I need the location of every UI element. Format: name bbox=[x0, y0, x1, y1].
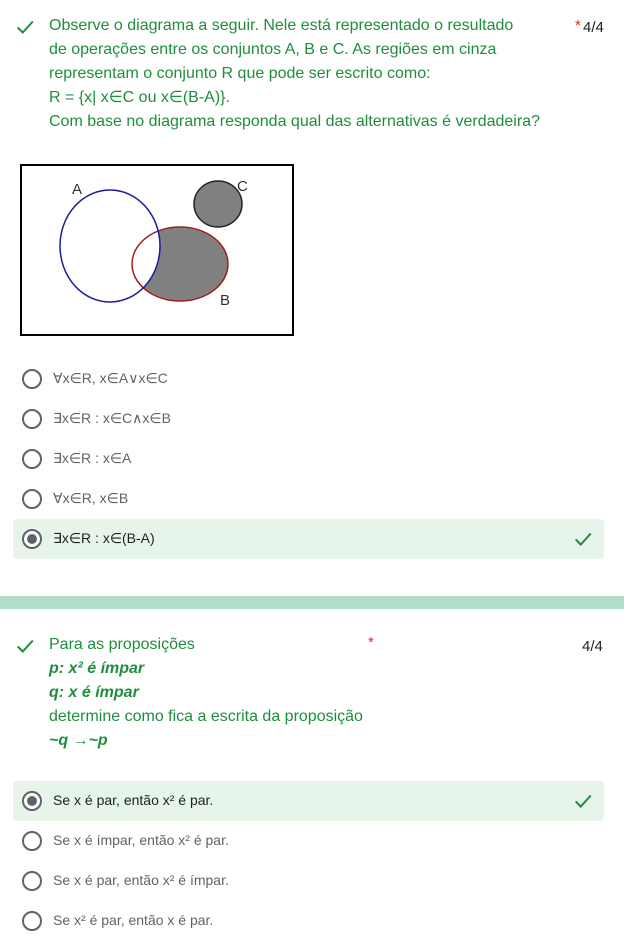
prompt-line: de operações entre os conjuntos A, B e C… bbox=[49, 41, 497, 58]
section-divider bbox=[0, 596, 624, 609]
radio-unselected-icon[interactable] bbox=[22, 831, 42, 851]
question-prompt: Observe o diagrama a seguir. Nele está r… bbox=[49, 14, 540, 134]
option-label: Se x é par, então x² é ímpar. bbox=[53, 872, 229, 888]
option-label: ∀x∈R, x∈A∨x∈C bbox=[53, 370, 168, 386]
label-b: B bbox=[220, 292, 230, 309]
score-label: 4/4 bbox=[583, 19, 604, 36]
option-row[interactable]: ∃x∈R : x∈C∧x∈B bbox=[13, 399, 604, 439]
option-row[interactable]: Se x é par, então x² é ímpar. bbox=[13, 861, 604, 901]
option-row[interactable]: ∃x∈R : x∈A bbox=[13, 439, 604, 479]
option-row[interactable]: Se x² é par, então x é par. bbox=[13, 901, 604, 937]
radio-unselected-icon[interactable] bbox=[22, 489, 42, 509]
prompt-line: representam o conjunto R que pode ser es… bbox=[49, 65, 431, 82]
option-row-selected[interactable]: ∃x∈R : x∈(B-A) bbox=[13, 519, 604, 559]
prompt-title: Para as proposições bbox=[49, 636, 195, 653]
required-asterisk: * bbox=[575, 17, 581, 34]
prompt-line: R = {x| x∈C ou x∈(B-A)}. bbox=[49, 89, 230, 106]
checkmark-icon bbox=[574, 794, 592, 808]
required-asterisk: * bbox=[368, 634, 374, 651]
option-label: ∃x∈R : x∈A bbox=[53, 450, 132, 466]
checkmark-icon bbox=[574, 532, 592, 546]
prompt-formula: ~q →~p bbox=[49, 732, 108, 749]
option-label: ∃x∈R : x∈C∧x∈B bbox=[53, 410, 171, 426]
radio-unselected-icon[interactable] bbox=[22, 449, 42, 469]
prompt-line: Com base no diagrama responda qual das a… bbox=[49, 113, 540, 130]
option-label: Se x² é par, então x é par. bbox=[53, 912, 214, 928]
proposition-p: p: x² é ímpar bbox=[49, 660, 145, 677]
option-label: ∃x∈R : x∈(B-A) bbox=[53, 530, 155, 546]
option-row[interactable]: Se x é ímpar, então x² é par. bbox=[13, 821, 604, 861]
question-card-2: Para as proposições p: x² é ímpar q: x é… bbox=[0, 610, 624, 937]
question-prompt: Para as proposições p: x² é ímpar q: x é… bbox=[49, 633, 363, 753]
radio-unselected-icon[interactable] bbox=[22, 871, 42, 891]
option-row-selected[interactable]: Se x é par, então x² é par. bbox=[13, 781, 604, 821]
option-label: Se x é par, então x² é par. bbox=[53, 792, 214, 808]
radio-selected-icon[interactable] bbox=[22, 529, 42, 549]
proposition-q: q: x é ímpar bbox=[49, 684, 139, 701]
label-a: A bbox=[72, 181, 82, 198]
radio-unselected-icon[interactable] bbox=[22, 911, 42, 931]
option-row[interactable]: ∀x∈R, x∈B bbox=[13, 479, 604, 519]
prompt-line: Observe o diagrama a seguir. Nele está r… bbox=[49, 17, 514, 34]
option-label: ∀x∈R, x∈B bbox=[53, 490, 129, 506]
venn-diagram: A C B bbox=[20, 164, 294, 336]
option-label: Se x é ímpar, então x² é par. bbox=[53, 832, 229, 848]
radio-unselected-icon[interactable] bbox=[22, 369, 42, 389]
prompt-instruction: determine como fica a escrita da proposi… bbox=[49, 708, 363, 725]
score-label: 4/4 bbox=[582, 638, 603, 655]
set-c-region bbox=[193, 180, 243, 228]
checkmark-icon bbox=[16, 20, 34, 34]
label-c: C bbox=[237, 178, 248, 195]
radio-unselected-icon[interactable] bbox=[22, 409, 42, 429]
checkmark-icon bbox=[16, 639, 34, 653]
option-row[interactable]: ∀x∈R, x∈A∨x∈C bbox=[13, 359, 604, 399]
radio-selected-icon[interactable] bbox=[22, 791, 42, 811]
question-card-1: Observe o diagrama a seguir. Nele está r… bbox=[0, 0, 624, 596]
